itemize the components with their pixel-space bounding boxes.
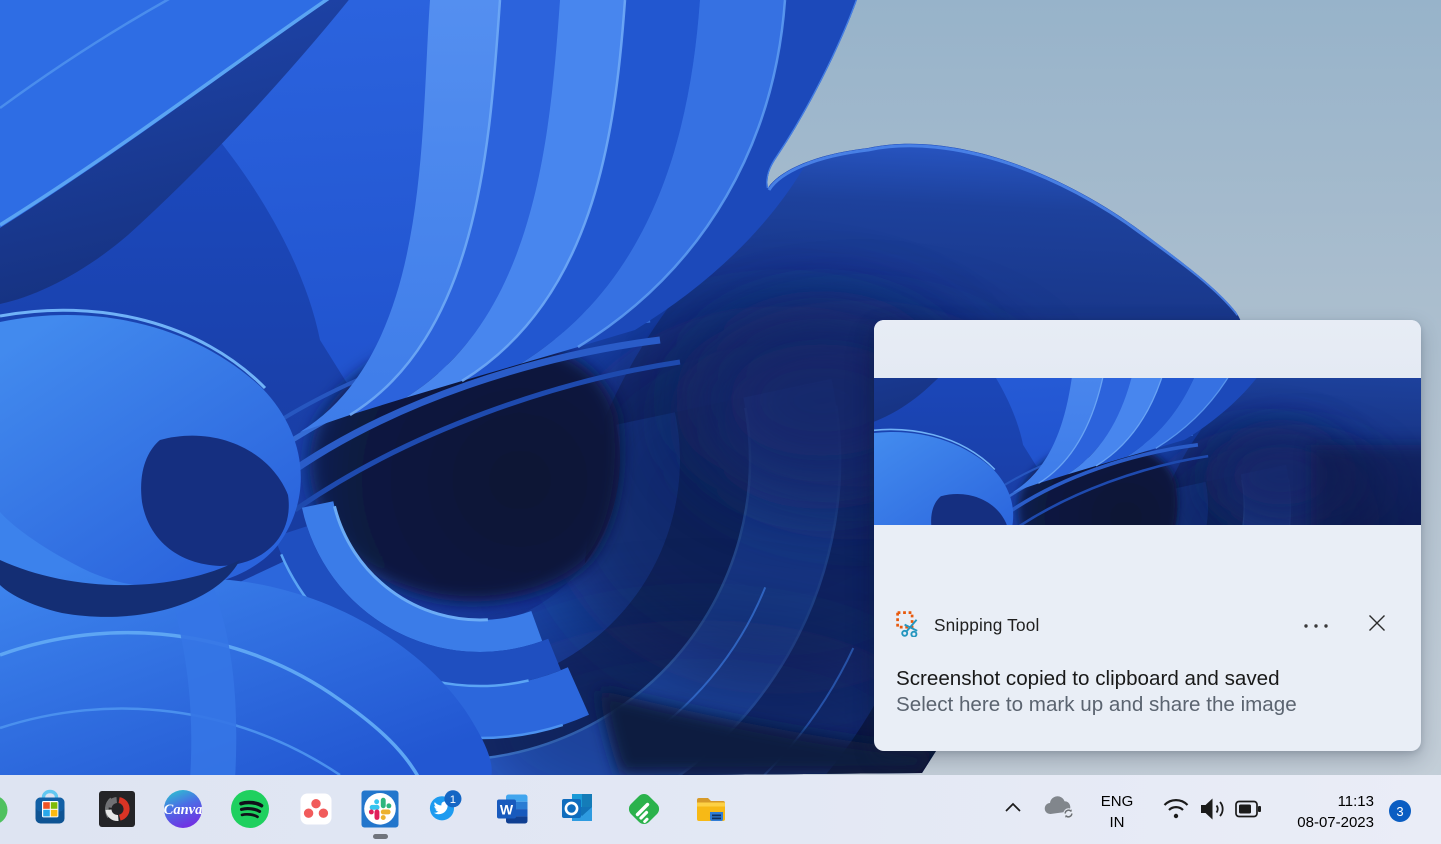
svg-text:W: W [500, 802, 514, 818]
svg-text:08-07-2023: 08-07-2023 [1297, 814, 1374, 831]
svg-text:1: 1 [450, 794, 456, 806]
svg-text:ENG: ENG [1101, 793, 1134, 810]
svg-text:Canva: Canva [164, 802, 203, 818]
svg-text:IN: IN [1110, 814, 1125, 831]
svg-text:3: 3 [1396, 804, 1403, 819]
svg-text:11:13: 11:13 [1338, 793, 1374, 810]
